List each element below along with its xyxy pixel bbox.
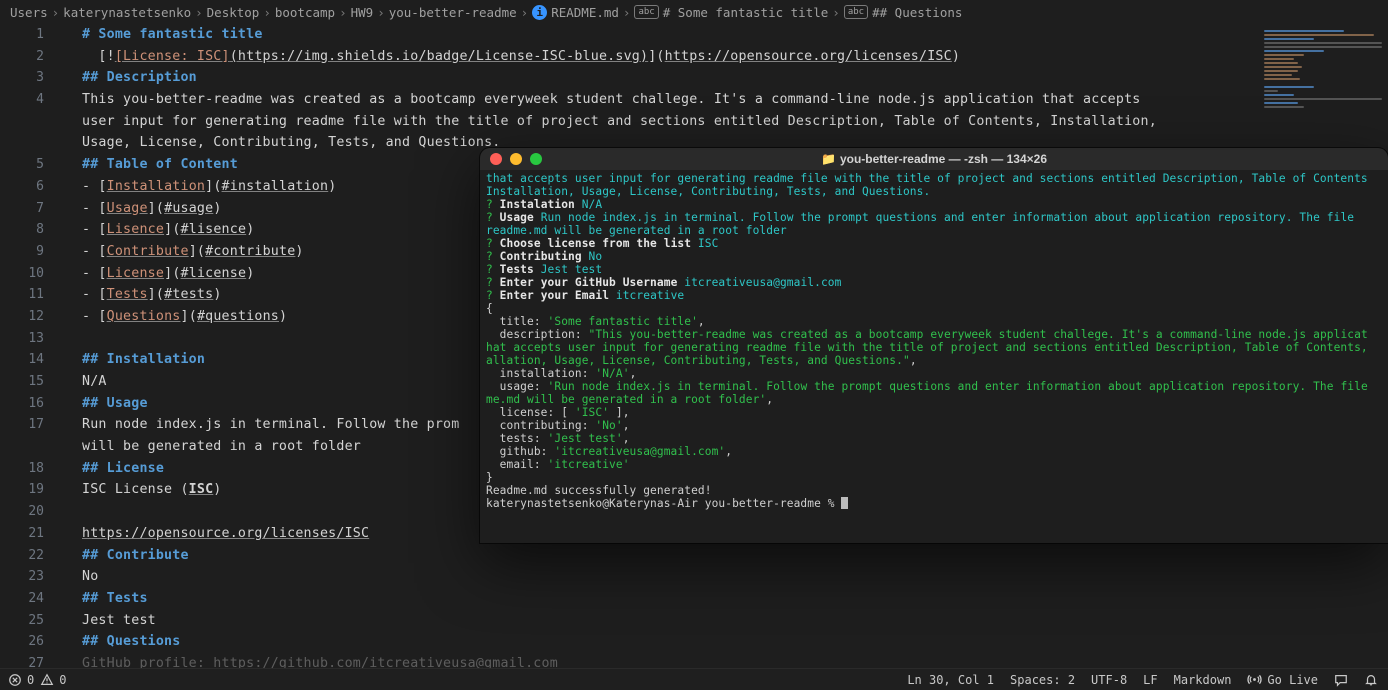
terminal-line: allation, Usage, License, Contributing, … (486, 354, 1382, 367)
code-line[interactable]: ## Description (82, 67, 1248, 89)
terminal-line: ? Tests Jest test (486, 263, 1382, 276)
terminal-line: { (486, 302, 1382, 315)
terminal-line: } (486, 471, 1382, 484)
error-icon (8, 673, 22, 687)
chevron-right-icon: › (191, 5, 207, 20)
terminal-line: title: 'Some fantastic title', (486, 315, 1382, 328)
breadcrumb-part[interactable]: Users (10, 5, 48, 20)
terminal-line: description: "This you-better-readme was… (486, 328, 1382, 341)
go-live-button[interactable]: Go Live (1247, 672, 1318, 687)
eol[interactable]: LF (1143, 673, 1157, 687)
terminal-line: hat accepts user input for generating re… (486, 341, 1382, 354)
terminal-line: ? Enter your GitHub Username itcreativeu… (486, 276, 1382, 289)
chevron-right-icon: › (259, 5, 275, 20)
info-icon: i (532, 5, 547, 20)
terminal-line: katerynastetsenko@Katerynas-Air you-bett… (486, 497, 1382, 510)
zoom-window-button[interactable] (530, 153, 542, 165)
terminal-line: usage: 'Run node index.js in terminal. F… (486, 380, 1382, 393)
breadcrumb: Users› katerynastetsenko› Desktop› bootc… (0, 0, 1388, 24)
terminal-line: ? Contributing No (486, 250, 1382, 263)
terminal-window[interactable]: 📁you-better-readme — -zsh — 134×26 that … (480, 148, 1388, 543)
warning-icon (40, 673, 54, 687)
line-number-gutter: 1234567891011121314151617181920212223242… (0, 24, 62, 668)
code-line[interactable]: No (82, 566, 1248, 588)
code-line[interactable]: [![License: ISC](https://img.shields.io/… (82, 46, 1248, 68)
encoding[interactable]: UTF-8 (1091, 673, 1127, 687)
chevron-right-icon: › (517, 5, 533, 20)
terminal-line: me.md will be generated in a root folder… (486, 393, 1382, 406)
folder-icon: 📁 (821, 152, 836, 166)
code-line[interactable]: Jest test (82, 610, 1248, 632)
breadcrumb-part[interactable]: HW9 (351, 5, 374, 20)
chevron-right-icon: › (335, 5, 351, 20)
notifications-button[interactable] (1364, 673, 1378, 687)
problems-warnings[interactable]: 0 (40, 673, 66, 687)
breadcrumb-symbol[interactable]: # Some fantastic title (663, 5, 829, 20)
breadcrumb-part[interactable]: you-better-readme (389, 5, 517, 20)
terminal-line: Readme.md successfully generated! (486, 484, 1382, 497)
code-line[interactable]: ## Questions (82, 631, 1248, 653)
terminal-title: 📁you-better-readme — -zsh — 134×26 (480, 152, 1388, 166)
close-window-button[interactable] (490, 153, 502, 165)
chevron-right-icon: › (619, 5, 635, 20)
symbol-icon: abc (844, 5, 868, 19)
broadcast-icon (1247, 672, 1262, 687)
chevron-right-icon: › (828, 5, 844, 20)
code-line[interactable]: This you-better-readme was created as a … (82, 89, 1248, 111)
terminal-titlebar[interactable]: 📁you-better-readme — -zsh — 134×26 (480, 148, 1388, 170)
breadcrumb-symbol[interactable]: ## Questions (872, 5, 962, 20)
feedback-button[interactable] (1334, 673, 1348, 687)
code-line[interactable]: ## Tests (82, 588, 1248, 610)
terminal-line: readme.md will be generated in a root fo… (486, 224, 1382, 237)
status-bar: 0 0 Ln 30, Col 1 Spaces: 2 UTF-8 LF Mark… (0, 668, 1388, 690)
terminal-line: ? Usage Run node index.js in terminal. F… (486, 211, 1382, 224)
bell-icon (1364, 673, 1378, 687)
chevron-right-icon: › (373, 5, 389, 20)
code-line[interactable]: # Some fantastic title (82, 24, 1248, 46)
breadcrumb-part[interactable]: bootcamp (275, 5, 335, 20)
feedback-icon (1334, 673, 1348, 687)
terminal-line: Installation, Usage, License, Contributi… (486, 185, 1382, 198)
terminal-line: ? Instalation N/A (486, 198, 1382, 211)
breadcrumb-file[interactable]: README.md (551, 5, 619, 20)
breadcrumb-part[interactable]: Desktop (207, 5, 260, 20)
minimize-window-button[interactable] (510, 153, 522, 165)
code-line[interactable]: GitHub profile: https://github.com/itcre… (82, 653, 1248, 668)
terminal-line: ? Choose license from the list ISC (486, 237, 1382, 250)
terminal-line: tests: 'Jest test', (486, 432, 1382, 445)
terminal-line: github: 'itcreativeusa@gmail.com', (486, 445, 1382, 458)
indentation[interactable]: Spaces: 2 (1010, 673, 1075, 687)
code-line[interactable]: user input for generating readme file wi… (82, 111, 1248, 133)
cursor-position[interactable]: Ln 30, Col 1 (907, 673, 994, 687)
chevron-right-icon: › (48, 5, 64, 20)
problems-errors[interactable]: 0 (8, 673, 34, 687)
terminal-line: license: [ 'ISC' ], (486, 406, 1382, 419)
terminal-line: installation: 'N/A', (486, 367, 1382, 380)
code-line[interactable]: ## Contribute (82, 545, 1248, 567)
terminal-line: ? Enter your Email itcreative (486, 289, 1382, 302)
terminal-line: that accepts user input for generating r… (486, 172, 1382, 185)
breadcrumb-part[interactable]: katerynastetsenko (63, 5, 191, 20)
terminal-line: email: 'itcreative' (486, 458, 1382, 471)
symbol-icon: abc (634, 5, 658, 19)
window-controls (480, 153, 542, 165)
language-mode[interactable]: Markdown (1174, 673, 1232, 687)
terminal-line: contributing: 'No', (486, 419, 1382, 432)
terminal-output[interactable]: that accepts user input for generating r… (480, 170, 1388, 512)
